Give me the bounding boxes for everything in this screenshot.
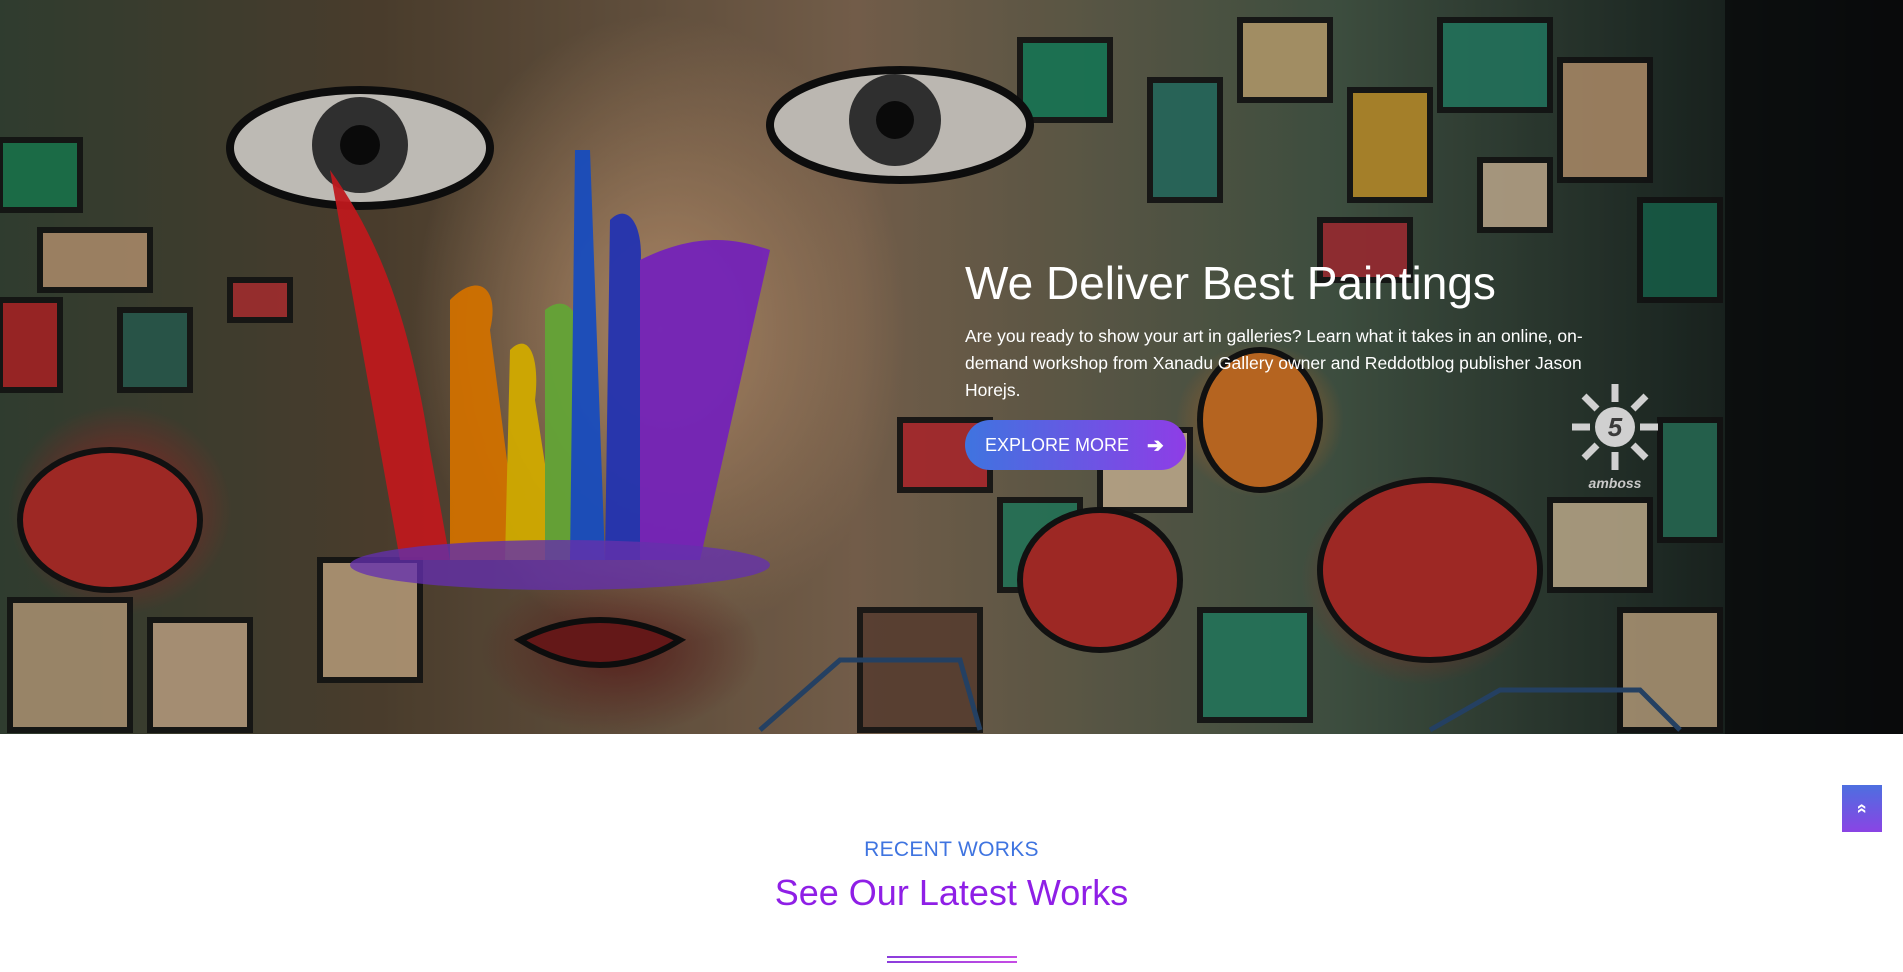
- scroll-to-top-button[interactable]: «: [1842, 785, 1882, 832]
- arrow-right-icon: ➔: [1147, 434, 1164, 457]
- logo-number: 5: [1608, 412, 1623, 442]
- hero-title: We Deliver Best Paintings: [965, 257, 1496, 309]
- sun-badge-icon: 5: [1572, 384, 1658, 470]
- recent-works-header: RECENT WORKS See Our Latest Works: [0, 838, 1903, 916]
- double-chevron-up-icon: «: [1852, 803, 1873, 814]
- hero-banner: We Deliver Best Paintings Are you ready …: [0, 0, 1903, 734]
- section-title: See Our Latest Works: [774, 872, 1129, 913]
- logo-text: amboss: [1588, 475, 1642, 491]
- amboss-logo: 5 amboss: [1568, 380, 1662, 500]
- section-divider: [887, 956, 1017, 963]
- section-eyebrow: RECENT WORKS: [864, 838, 1039, 861]
- explore-more-label: EXPLORE MORE: [985, 434, 1130, 455]
- hero-description: Are you ready to show your art in galler…: [965, 326, 1583, 400]
- hero-overlay: [0, 0, 1903, 734]
- hero-content: We Deliver Best Paintings Are you ready …: [965, 255, 1615, 470]
- explore-more-button[interactable]: EXPLORE MORE ➔: [965, 420, 1186, 470]
